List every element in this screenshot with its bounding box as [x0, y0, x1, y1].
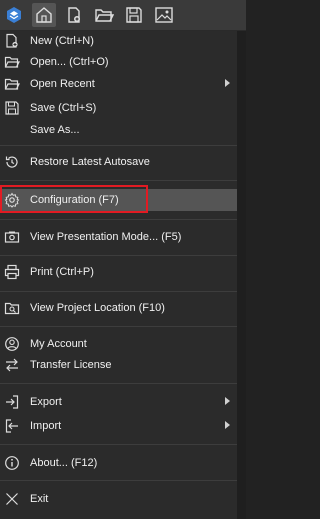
menu-item-my-account[interactable]: My Account [0, 333, 237, 355]
save-icon[interactable] [122, 3, 146, 27]
menu-item-about[interactable]: About... (F12) [0, 452, 237, 474]
save-icon [4, 100, 20, 116]
info-icon [4, 455, 20, 471]
submenu-arrow-icon [225, 421, 230, 429]
menu-item-project-location[interactable]: View Project Location (F10) [0, 297, 237, 319]
menu-item-label: Exit [30, 493, 49, 505]
menu-item-label: Open... (Ctrl+O) [30, 56, 109, 68]
menu-separator [0, 326, 237, 327]
menu-item-new[interactable]: New (Ctrl+N) [0, 30, 237, 52]
new-file-icon [4, 33, 20, 49]
menu-item-label: My Account [30, 338, 87, 350]
recent-folder-icon [4, 76, 20, 92]
menu-separator [0, 180, 237, 181]
menu-item-label: Save As... [30, 124, 80, 136]
menu-item-label: New (Ctrl+N) [30, 35, 94, 47]
menu-item-label: View Project Location (F10) [30, 302, 165, 314]
printer-icon [4, 264, 20, 280]
app-logo-icon[interactable] [2, 3, 26, 27]
open-folder-icon [4, 54, 20, 70]
menu-separator [0, 291, 237, 292]
image-icon[interactable] [152, 3, 176, 27]
menu-item-transfer-license[interactable]: Transfer License [0, 354, 237, 376]
menu-item-save[interactable]: Save (Ctrl+S) [0, 97, 237, 119]
transfer-arrows-icon [4, 357, 20, 373]
menu-item-export[interactable]: Export [0, 391, 237, 413]
menu-item-import[interactable]: Import [0, 415, 237, 437]
menu-item-label: Save (Ctrl+S) [30, 102, 97, 114]
account-icon [4, 336, 20, 352]
menu-separator [0, 444, 237, 445]
menu-item-label: Export [30, 396, 62, 408]
submenu-arrow-icon [225, 79, 230, 87]
toolbar [0, 0, 246, 31]
import-icon [4, 418, 20, 434]
menu-separator [0, 480, 237, 481]
folder-search-icon [4, 300, 20, 316]
menu-separator [0, 145, 237, 146]
menu-item-label: Restore Latest Autosave [30, 156, 150, 168]
menu-item-restore-autosave[interactable]: Restore Latest Autosave [0, 151, 237, 173]
scrollbar[interactable] [237, 31, 246, 519]
restore-history-icon [4, 154, 20, 170]
menu-separator [0, 255, 237, 256]
menu-item-label: Import [30, 420, 62, 432]
menu-item-print[interactable]: Print (Ctrl+P) [0, 261, 237, 283]
menu-item-presentation-mode[interactable]: View Presentation Mode... (F5) [0, 226, 237, 248]
menu-item-open-recent[interactable]: Open Recent [0, 73, 237, 95]
highlight-annotation [0, 185, 148, 213]
presentation-camera-icon [4, 229, 20, 245]
home-icon[interactable] [32, 3, 56, 27]
close-icon [4, 491, 20, 507]
menu-item-label: About... (F12) [30, 457, 98, 469]
menu-item-exit[interactable]: Exit [0, 488, 237, 510]
menu-item-label: Open Recent [30, 78, 95, 90]
menu-item-label: View Presentation Mode... (F5) [30, 231, 182, 243]
open-folder-icon[interactable] [92, 3, 116, 27]
submenu-arrow-icon [225, 397, 230, 405]
menu-item-label: Transfer License [30, 359, 112, 371]
new-file-icon[interactable] [62, 3, 86, 27]
menu-item-open[interactable]: Open... (Ctrl+O) [0, 51, 237, 73]
menu-item-label: Print (Ctrl+P) [30, 266, 94, 278]
menu-separator [0, 383, 237, 384]
menu-separator [0, 219, 237, 220]
export-icon [4, 394, 20, 410]
menu-item-save-as[interactable]: Save As... [0, 119, 237, 141]
